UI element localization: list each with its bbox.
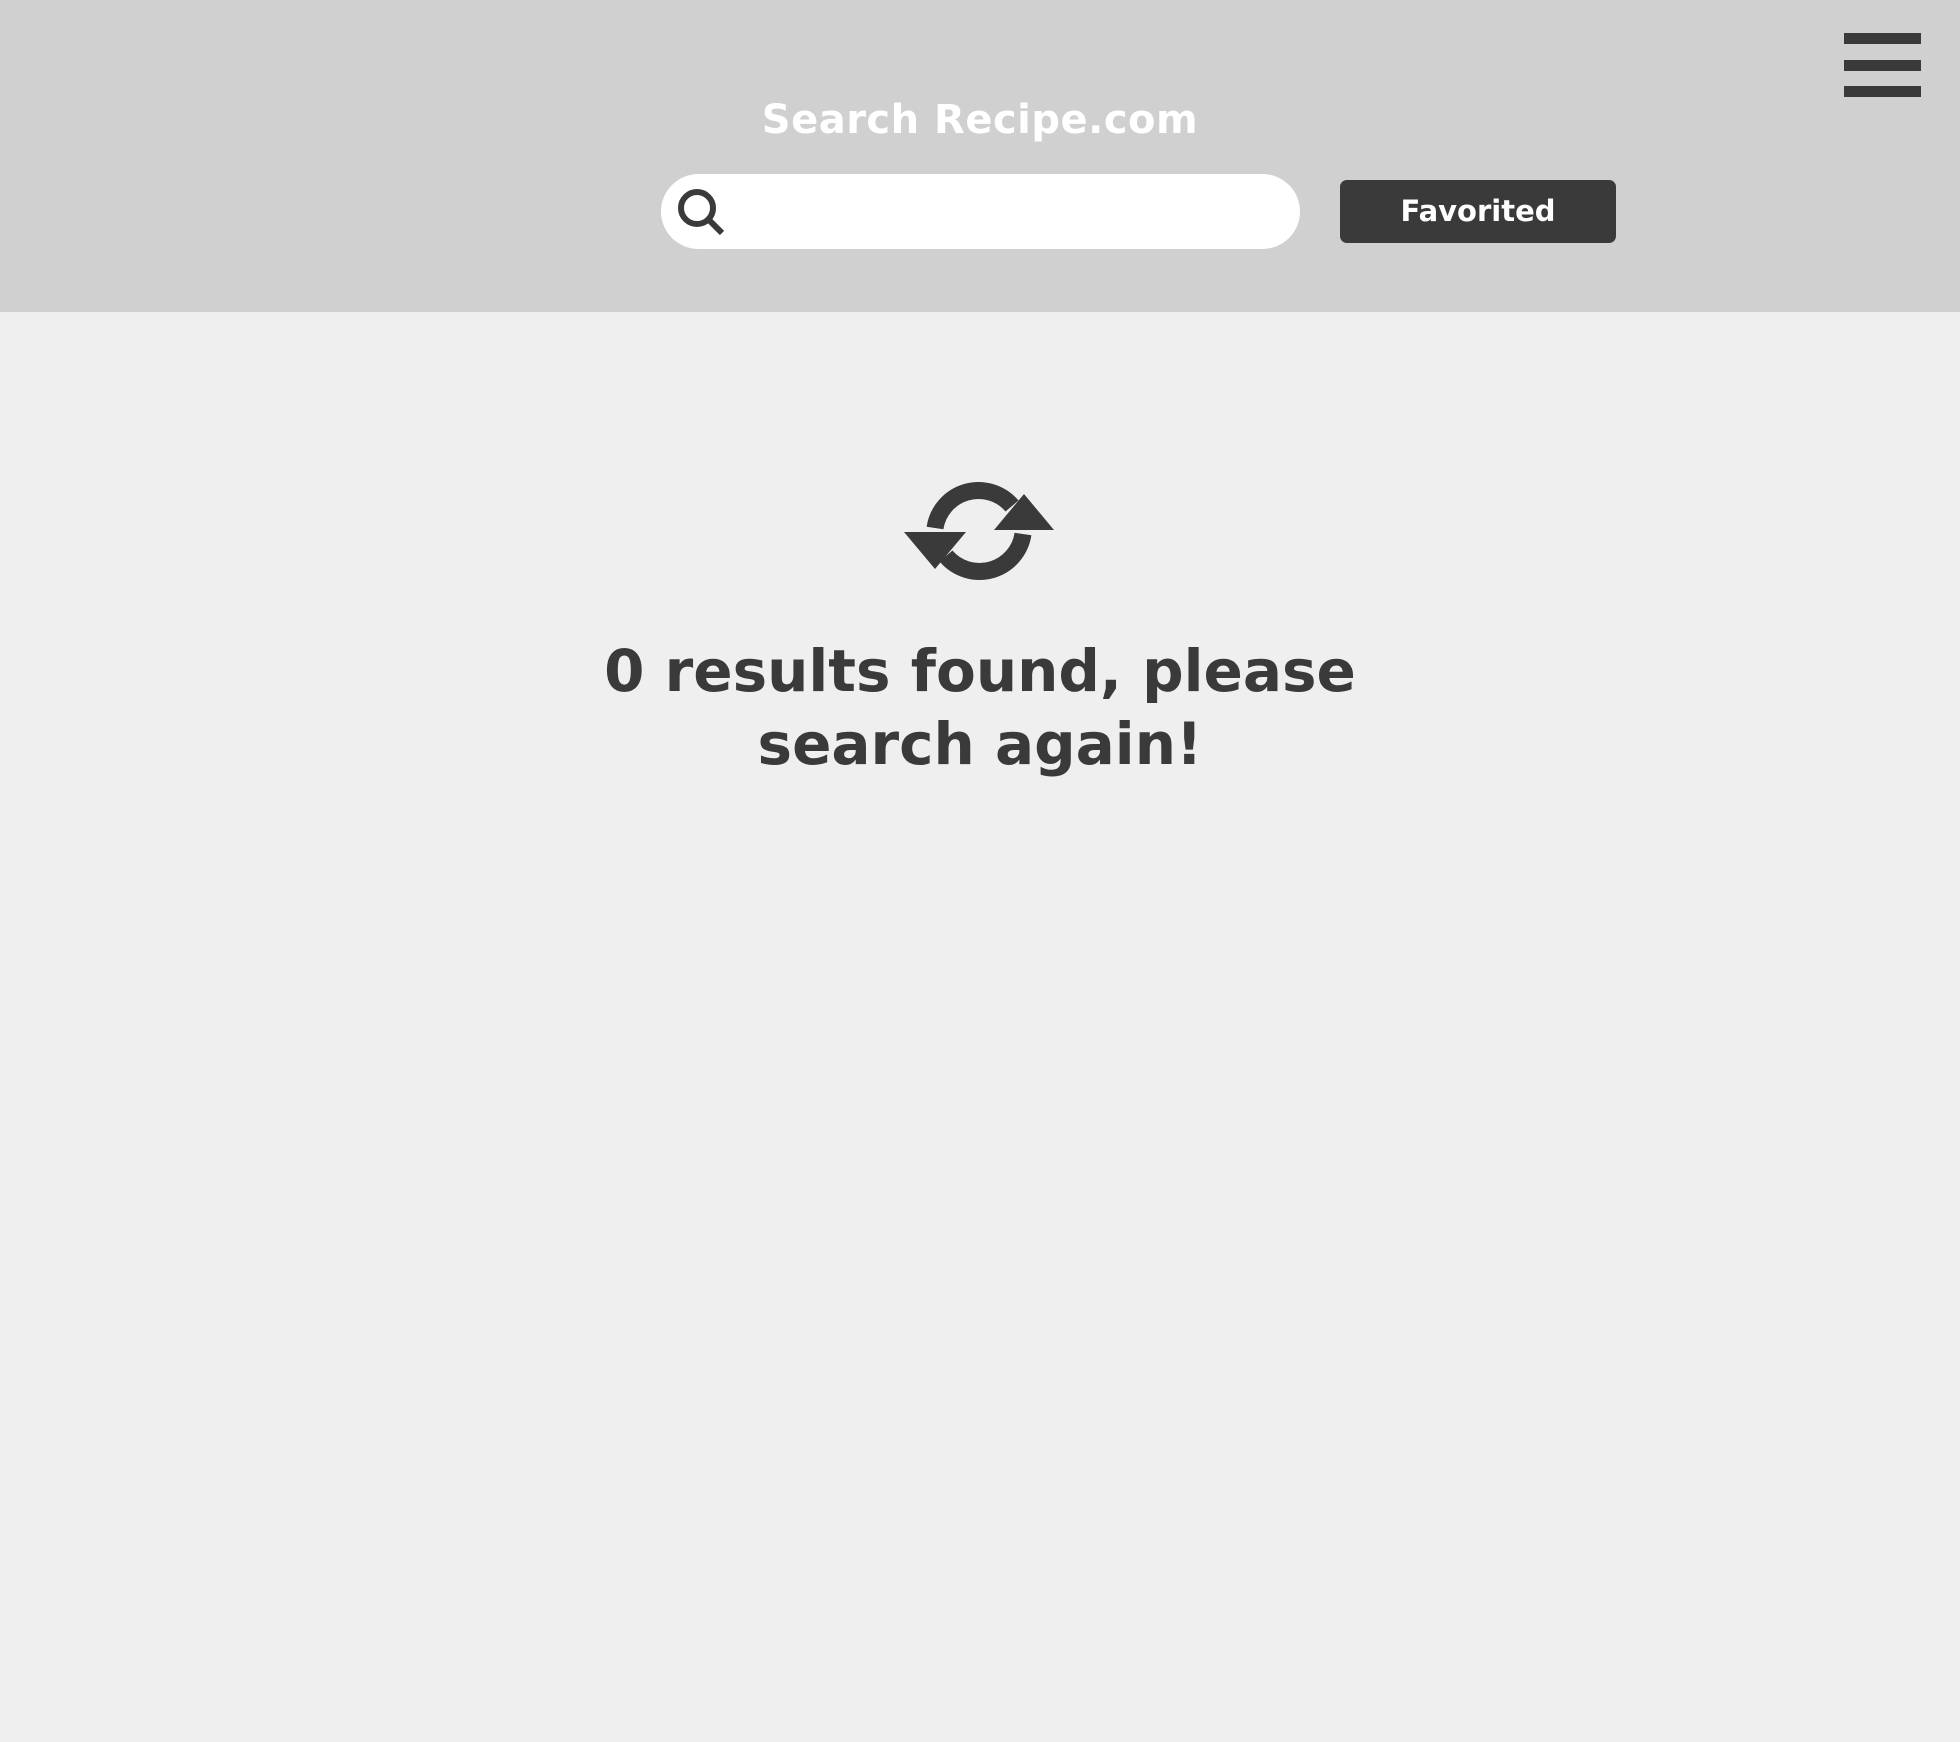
menu-bar-bottom <box>1844 86 1921 97</box>
menu-bar-top <box>1844 33 1921 44</box>
header-bar: Search Recipe.com Favorited <box>0 0 1960 312</box>
search-icon[interactable] <box>675 186 729 240</box>
no-results-message-line1: 0 results found, please <box>604 637 1356 705</box>
refresh-icon <box>904 482 1054 580</box>
search-input[interactable] <box>741 184 1275 241</box>
no-results-message-line2: search again! <box>757 710 1203 778</box>
search-box[interactable] <box>661 174 1300 249</box>
favorited-button[interactable]: Favorited <box>1340 180 1616 243</box>
no-results-message: 0 results found, please search again! <box>0 635 1960 781</box>
hamburger-menu-icon[interactable] <box>1844 33 1921 98</box>
menu-bar-middle <box>1844 60 1921 71</box>
site-title: Search Recipe.com <box>761 97 1199 143</box>
